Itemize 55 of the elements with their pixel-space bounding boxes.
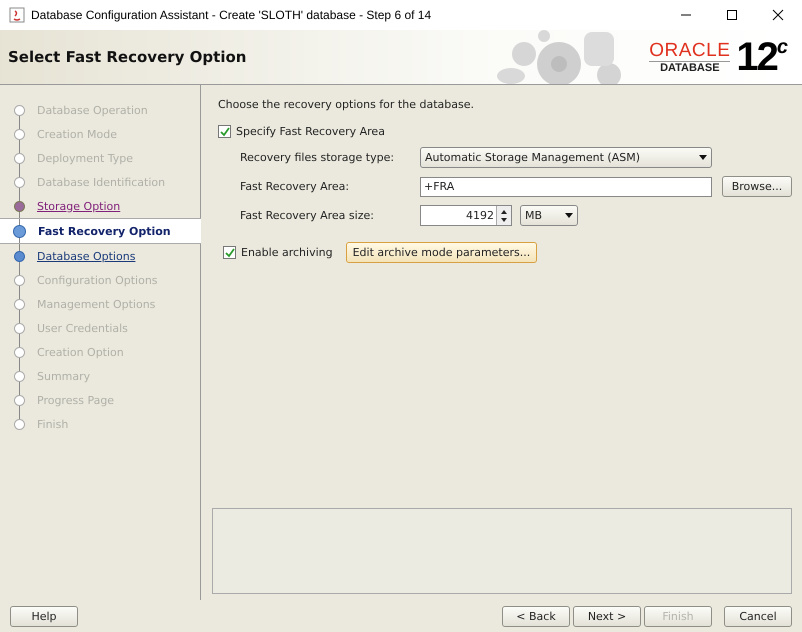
step-link[interactable]: Storage Option xyxy=(37,200,120,212)
field-label: Fast Recovery Area size: xyxy=(240,209,375,222)
step-node-icon xyxy=(14,104,25,116)
step-label: Management Options xyxy=(37,298,156,310)
field-label: Fast Recovery Area: xyxy=(240,180,350,193)
step-label: Creation Option xyxy=(37,346,124,358)
step-label: User Credentials xyxy=(37,322,128,334)
checkbox[interactable] xyxy=(223,246,236,259)
input-field[interactable]: +FRA xyxy=(420,176,712,196)
unit-dropdown[interactable]: MB xyxy=(520,205,578,226)
step-node-icon xyxy=(14,274,25,286)
step-label: Progress Page xyxy=(37,394,114,406)
maximize-icon[interactable] xyxy=(726,9,738,21)
logo-brand: ORACLE xyxy=(649,40,730,62)
step-label: Configuration Options xyxy=(37,274,158,286)
step-node-icon xyxy=(14,250,25,262)
step-label: Summary xyxy=(37,370,90,382)
help-button[interactable]: Help xyxy=(10,606,78,626)
app-icon xyxy=(9,7,25,23)
cancel-button[interactable]: Cancel xyxy=(724,606,792,626)
checkbox-label: Enable archiving xyxy=(241,246,333,259)
checkbox[interactable] xyxy=(218,125,231,138)
step-node-icon xyxy=(14,394,25,406)
step-node-icon xyxy=(14,200,25,212)
close-icon[interactable] xyxy=(772,9,784,21)
spinner-field[interactable]: 4192 xyxy=(420,205,512,226)
back-button[interactable]: < Back xyxy=(502,606,570,626)
step-node-icon xyxy=(14,152,25,164)
step-label: Deployment Type xyxy=(37,152,134,164)
checkbox-label: Specify Fast Recovery Area xyxy=(236,125,385,138)
step-label: Database Operation xyxy=(37,104,148,116)
step-label: Finish xyxy=(37,418,68,430)
step-label: Creation Mode xyxy=(37,128,118,140)
step-node-icon xyxy=(14,128,25,140)
step-node-icon xyxy=(14,176,25,188)
dropdown[interactable]: Automatic Storage Management (ASM) xyxy=(420,147,712,168)
logo-product: DATABASE xyxy=(660,62,720,74)
step-label: Database Identification xyxy=(37,176,166,188)
window-title: Database Configuration Assistant - Create 'SLOTH' database - Step 6 of 14 xyxy=(31,8,432,22)
step-node-icon xyxy=(14,322,25,334)
step-node-icon xyxy=(14,346,25,358)
instruction-text: Choose the recovery options for the database. xyxy=(218,98,475,111)
field-label: Recovery files storage type: xyxy=(240,151,396,164)
spinner-arrows-icon[interactable] xyxy=(499,208,509,224)
step-node-icon xyxy=(13,224,26,238)
step-node-icon xyxy=(14,298,25,310)
page-title: Select Fast Recovery Option xyxy=(7,48,248,66)
logo-version: 12$^{c}$ xyxy=(736,37,786,77)
step-link[interactable]: Fast Recovery Option xyxy=(38,224,171,238)
step-link[interactable]: Database Options xyxy=(37,250,136,262)
browse-button[interactable]: Browse... xyxy=(722,176,792,197)
edit-parameters-button[interactable]: Edit archive mode parameters... xyxy=(346,242,538,263)
step-node-icon xyxy=(14,370,25,382)
step-node-icon xyxy=(14,418,25,430)
next-button[interactable]: Next > xyxy=(573,606,641,626)
